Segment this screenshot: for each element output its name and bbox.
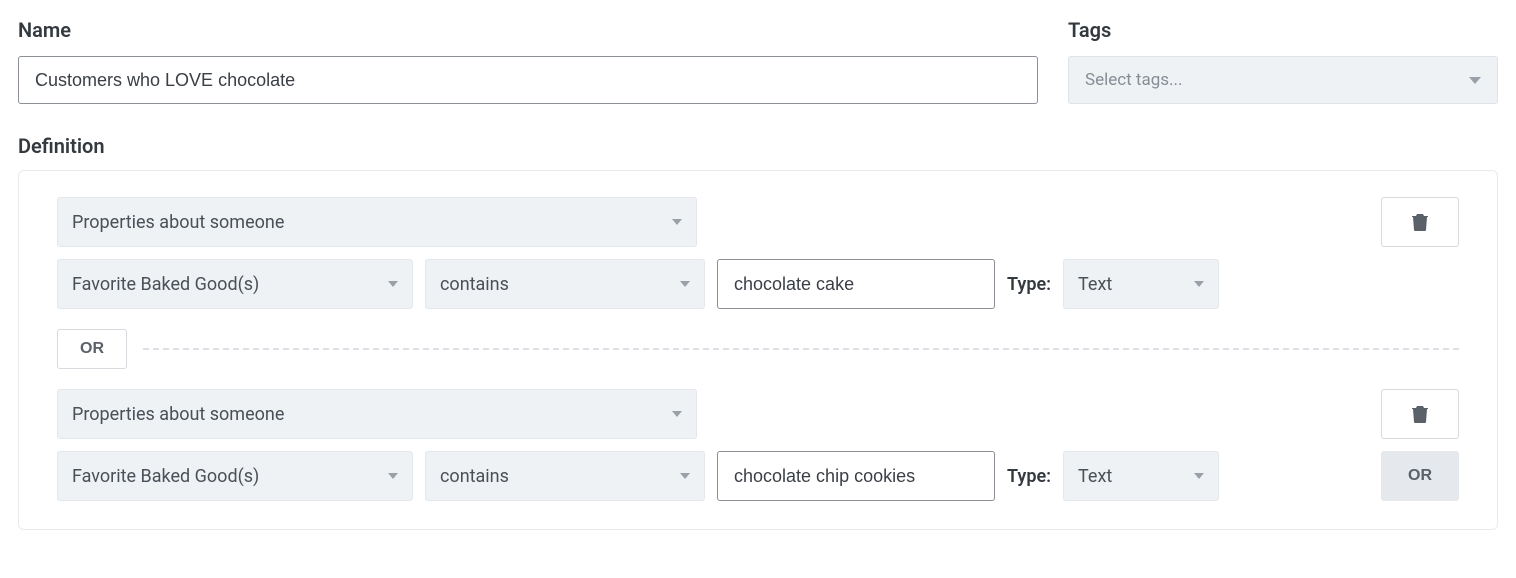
rule-value-input[interactable]	[717, 259, 995, 309]
chevron-down-icon	[388, 473, 398, 479]
chevron-down-icon	[388, 281, 398, 287]
definition-panel: Properties about someone Favorite Baked …	[18, 170, 1498, 530]
name-label: Name	[18, 18, 1038, 42]
rule-category-select[interactable]: Properties about someone	[57, 197, 697, 247]
add-or-button[interactable]: OR	[1381, 451, 1459, 501]
trash-icon	[1412, 213, 1428, 231]
rule-operator-select[interactable]: contains	[425, 259, 705, 309]
tags-label: Tags	[1068, 18, 1498, 42]
trash-icon	[1412, 405, 1428, 423]
chevron-down-icon	[1194, 281, 1204, 287]
rule-category-select[interactable]: Properties about someone	[57, 389, 697, 439]
delete-rule-button[interactable]	[1381, 197, 1459, 247]
chevron-down-icon	[672, 411, 682, 417]
chevron-down-icon	[672, 219, 682, 225]
rule-value-input[interactable]	[717, 451, 995, 501]
rule-field-value: Favorite Baked Good(s)	[72, 466, 259, 487]
rule-type-value: Text	[1078, 274, 1112, 295]
chevron-down-icon	[680, 473, 690, 479]
rule-category-value: Properties about someone	[72, 404, 284, 425]
tags-placeholder: Select tags...	[1085, 70, 1183, 90]
chevron-down-icon	[680, 281, 690, 287]
rule-type-select[interactable]: Text	[1063, 451, 1219, 501]
chevron-down-icon	[1194, 473, 1204, 479]
definition-label: Definition	[18, 134, 1498, 158]
rule-operator-select[interactable]: contains	[425, 451, 705, 501]
delete-rule-button[interactable]	[1381, 389, 1459, 439]
tags-select[interactable]: Select tags...	[1068, 56, 1498, 104]
type-label: Type:	[1007, 274, 1051, 295]
rule-field-select[interactable]: Favorite Baked Good(s)	[57, 451, 413, 501]
name-input[interactable]	[18, 56, 1038, 104]
rule-type-select[interactable]: Text	[1063, 259, 1219, 309]
or-connector[interactable]: OR	[57, 329, 127, 369]
rule-type-value: Text	[1078, 466, 1112, 487]
rule-operator-value: contains	[440, 274, 509, 295]
rule-field-value: Favorite Baked Good(s)	[72, 274, 259, 295]
chevron-down-icon	[1469, 77, 1481, 84]
separator-line	[143, 348, 1459, 350]
rule-category-value: Properties about someone	[72, 212, 284, 233]
type-label: Type:	[1007, 466, 1051, 487]
rule-operator-value: contains	[440, 466, 509, 487]
rule-field-select[interactable]: Favorite Baked Good(s)	[57, 259, 413, 309]
